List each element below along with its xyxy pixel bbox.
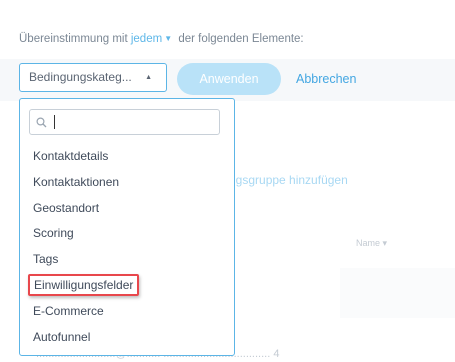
search-icon xyxy=(36,117,47,128)
text-cursor xyxy=(54,115,55,129)
match-condition-line: Übereinstimmung mit jedem ▼ der folgenden… xyxy=(19,33,304,45)
option-autofunnel[interactable]: Autofunnel xyxy=(33,330,90,344)
match-suffix: der folgenden Elemente: xyxy=(178,33,304,45)
option-geostandort[interactable]: Geostandort xyxy=(33,201,99,215)
option-e-commerce[interactable]: E-Commerce xyxy=(33,304,104,318)
dropdown-search-input[interactable] xyxy=(52,113,212,131)
option-kontaktaktionen[interactable]: Kontaktaktionen xyxy=(33,175,119,189)
match-mode-label: jedem xyxy=(130,33,163,45)
table-row xyxy=(340,268,455,318)
caret-up-icon: ▲ xyxy=(145,74,152,81)
option-scoring[interactable]: Scoring xyxy=(33,226,74,240)
condition-category-value: Bedingungskateg... xyxy=(29,70,132,84)
caret-down-icon: ▼ xyxy=(164,34,173,43)
match-mode-dropdown[interactable]: jedem ▼ xyxy=(131,33,175,45)
name-column-label: Name xyxy=(356,238,381,248)
dropdown-search-box[interactable] xyxy=(29,109,220,135)
option-einwilligungsfelder[interactable]: Einwilligungsfelder xyxy=(28,274,140,296)
add-condition-group-link[interactable]: ngsgruppe hinzufügen xyxy=(229,173,348,187)
option-kontaktdetails[interactable]: Kontaktdetails xyxy=(33,149,108,163)
cancel-link[interactable]: Abbrechen xyxy=(296,72,356,86)
apply-button[interactable]: Anwenden xyxy=(177,63,281,95)
name-column-header[interactable]: Name ▾ xyxy=(356,238,387,249)
option-tags[interactable]: Tags xyxy=(33,252,58,266)
condition-category-select[interactable]: Bedingungskateg... ▲ xyxy=(19,63,167,92)
match-prefix: Übereinstimmung mit xyxy=(19,33,128,45)
condition-category-dropdown: Kontaktdetails Kontaktaktionen Geostando… xyxy=(19,98,235,356)
